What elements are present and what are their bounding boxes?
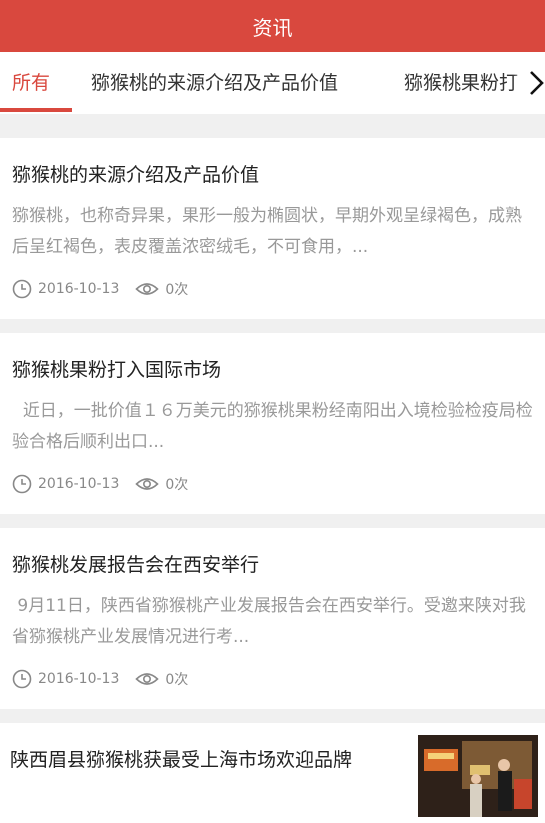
- article-date: 2016-10-13: [38, 671, 120, 687]
- app-header: 资讯: [0, 0, 545, 52]
- clock-icon: [12, 279, 32, 299]
- active-tab-indicator: [0, 108, 72, 112]
- featured-article-card[interactable]: 陕西眉县猕猴桃获最受上海市场欢迎品牌: [0, 723, 545, 823]
- article-summary: 近日，一批价值１６万美元的猕猴桃果粉经南阳出入境检验检疫局检验合格后顺利出口..…: [12, 401, 533, 452]
- article-meta: 2016-10-13 0次: [12, 473, 188, 495]
- article-views: 0次: [165, 672, 189, 688]
- category-tabs: 所有 猕猴桃的来源介绍及产品价值 猕猴桃果粉打: [0, 52, 545, 114]
- article-card[interactable]: 猕猴桃果粉打入国际市场 近日，一批价值１６万美元的猕猴桃果粉经南阳出入境检验检疫…: [0, 333, 545, 514]
- article-views: 0次: [165, 282, 189, 298]
- eye-icon: [135, 673, 160, 685]
- article-title[interactable]: 猕猴桃发展报告会在西安举行: [12, 550, 533, 577]
- article-views: 0次: [165, 477, 189, 493]
- article-title[interactable]: 猕猴桃的来源介绍及产品价值: [12, 160, 533, 187]
- tab-kiwi-source[interactable]: 猕猴桃的来源介绍及产品价值: [91, 52, 338, 114]
- article-meta: 2016-10-13 0次: [12, 278, 188, 300]
- tab-kiwi-powder[interactable]: 猕猴桃果粉打: [404, 52, 518, 114]
- article-thumbnail-image[interactable]: [418, 735, 538, 817]
- eye-icon: [135, 283, 160, 295]
- article-summary: 9月11日，陕西省猕猴桃产业发展报告会在西安举行。受邀来陕对我省猕猴桃产业发展情…: [12, 596, 526, 647]
- article-date: 2016-10-13: [38, 476, 120, 492]
- clock-icon: [12, 669, 32, 689]
- article-date: 2016-10-13: [38, 281, 120, 297]
- clock-icon: [12, 474, 32, 494]
- article-meta: 2016-10-13 0次: [12, 668, 188, 690]
- article-card[interactable]: 猕猴桃的来源介绍及产品价值 猕猴桃，也称奇异果，果形一般为椭圆状，早期外观呈绿褐…: [0, 138, 545, 319]
- thumbnail-illustration: [418, 735, 538, 817]
- article-card[interactable]: 猕猴桃发展报告会在西安举行 9月11日，陕西省猕猴桃产业发展报告会在西安举行。受…: [0, 528, 545, 709]
- article-summary: 猕猴桃，也称奇异果，果形一般为椭圆状，早期外观呈绿褐色，成熟后呈红褐色，表皮覆盖…: [12, 206, 522, 257]
- article-title[interactable]: 猕猴桃果粉打入国际市场: [12, 355, 533, 382]
- tabs-scroll-right-button[interactable]: [513, 52, 545, 114]
- featured-article-title[interactable]: 陕西眉县猕猴桃获最受上海市场欢迎品牌: [10, 745, 390, 775]
- tab-all[interactable]: 所有: [12, 52, 50, 114]
- page-title: 资讯: [252, 15, 293, 40]
- chevron-right-icon: [530, 71, 544, 95]
- eye-icon: [135, 478, 160, 490]
